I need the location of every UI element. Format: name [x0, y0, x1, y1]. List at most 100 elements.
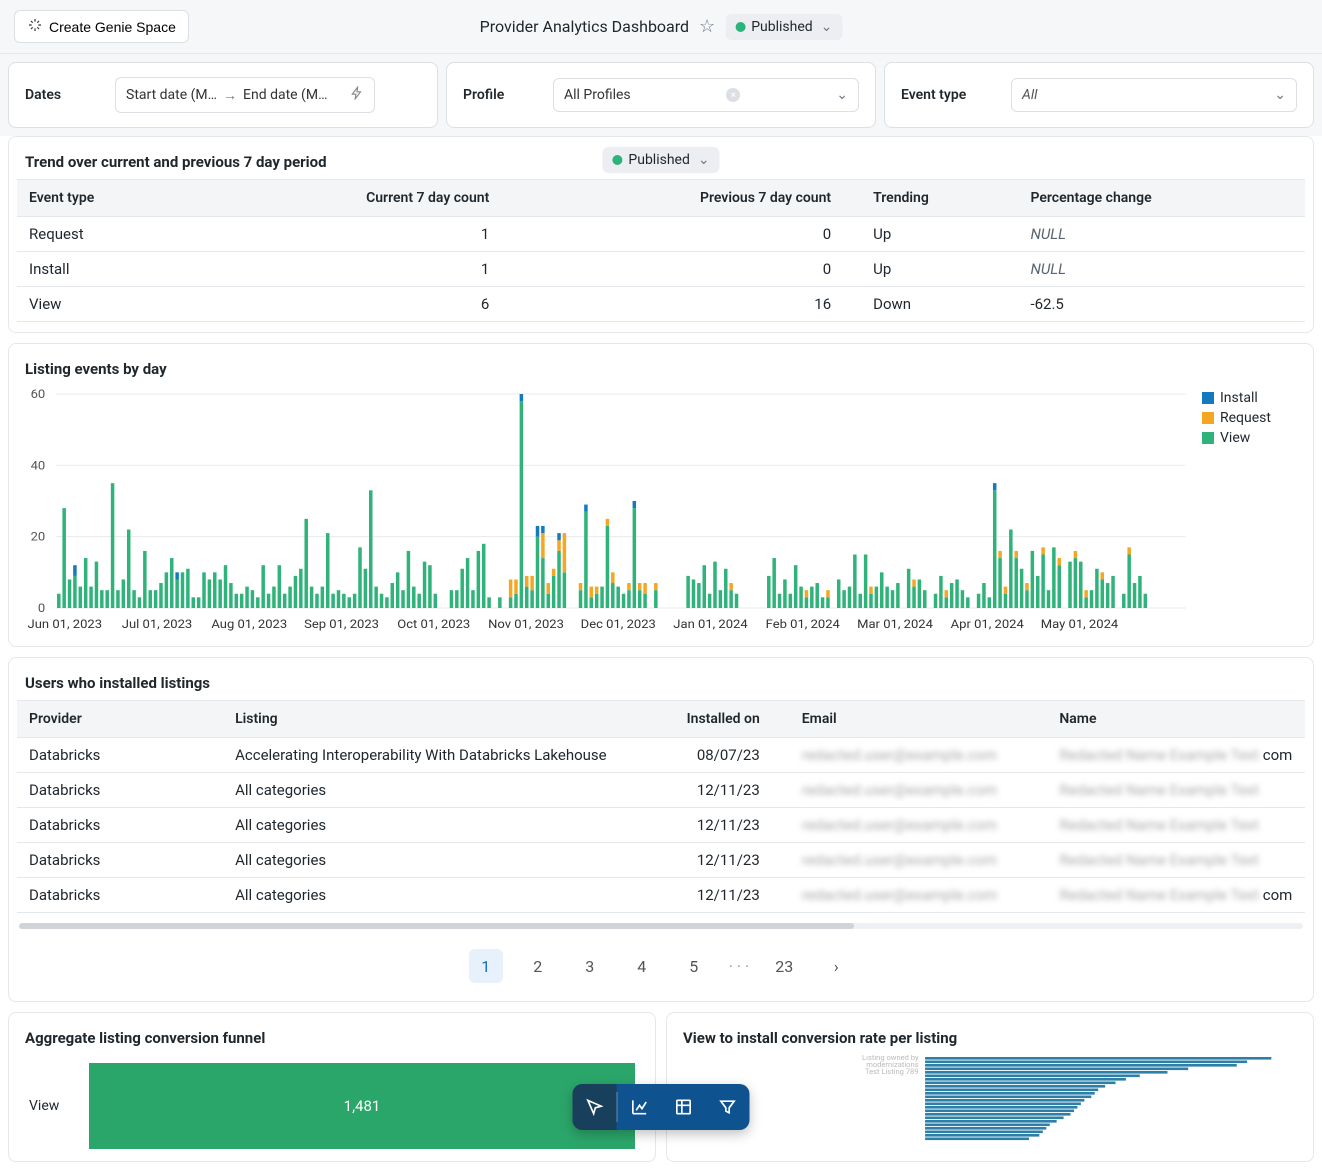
- trend-col-header[interactable]: Current 7 day count: [193, 180, 519, 217]
- arrow-right-icon: →: [223, 87, 237, 104]
- legend-install[interactable]: Install: [1202, 390, 1297, 406]
- svg-text:Dec 01, 2023: Dec 01, 2023: [581, 617, 656, 631]
- trend-cell: 1: [193, 252, 519, 287]
- trend-cell: View: [17, 287, 193, 322]
- install-row: DatabricksAll categories12/11/23redacted…: [17, 808, 1305, 843]
- svg-text:Mar 01, 2024: Mar 01, 2024: [857, 617, 933, 631]
- toolbar-cursor-button[interactable]: [573, 1084, 617, 1130]
- genie-button-label: Create Genie Space: [49, 19, 176, 35]
- install-col-header[interactable]: Name: [1047, 701, 1305, 738]
- profile-value: All Profiles: [564, 87, 631, 103]
- install-cell: Redacted Name Example Text: [1047, 843, 1305, 878]
- title-area: Provider Analytics Dashboard ☆ Published…: [480, 14, 843, 40]
- event-type-filter-card: Event type All ⌄: [884, 62, 1314, 128]
- event-type-select[interactable]: All ⌄: [1011, 78, 1297, 112]
- chevron-down-icon: ⌄: [1274, 87, 1286, 103]
- sparkle-icon: [27, 17, 43, 36]
- install-cell: 12/11/23: [661, 808, 790, 843]
- toolbar-chart-button[interactable]: [618, 1084, 662, 1130]
- funnel-chart[interactable]: View 1,481: [9, 1055, 655, 1149]
- dates-label: Dates: [25, 87, 95, 103]
- legend-request[interactable]: Request: [1202, 410, 1297, 426]
- install-cell: redacted.user@example.com: [790, 773, 1048, 808]
- install-cell: redacted.user@example.com: [790, 808, 1048, 843]
- trend-publish-chip[interactable]: Published ⌄: [602, 147, 719, 173]
- trend-cell: 6: [193, 287, 519, 322]
- svg-text:40: 40: [31, 459, 46, 473]
- install-users-title: Users who installed listings: [9, 662, 1313, 700]
- date-range-input[interactable]: Start date (M… → End date (M…: [115, 77, 375, 113]
- install-col-header[interactable]: Provider: [17, 701, 223, 738]
- chart-legend: Install Request View: [1202, 386, 1297, 636]
- trend-col-header[interactable]: Trending: [861, 180, 1018, 217]
- pager-page[interactable]: 1: [469, 949, 503, 983]
- install-col-header[interactable]: Listing: [223, 701, 661, 738]
- trend-cell: NULL: [1018, 217, 1305, 252]
- status-dot: [612, 155, 622, 165]
- trend-row: Install10UpNULL: [17, 252, 1305, 287]
- event-type-value: All: [1022, 87, 1037, 103]
- trend-cell: Request: [17, 217, 193, 252]
- svg-text:Feb 01, 2024: Feb 01, 2024: [766, 617, 840, 631]
- events-chart-title: Listing events by day: [9, 348, 1313, 386]
- trend-row: View616Down-62.5: [17, 287, 1305, 322]
- install-cell: redacted.user@example.com: [790, 738, 1048, 773]
- trend-cell: Up: [861, 252, 1018, 287]
- profile-select[interactable]: All Profiles × ⌄: [553, 78, 859, 112]
- trend-chip-label: Published: [628, 152, 689, 168]
- svg-text:Jul 01, 2023: Jul 01, 2023: [122, 617, 192, 631]
- create-genie-space-button[interactable]: Create Genie Space: [14, 10, 189, 43]
- install-cell: Databricks: [17, 773, 223, 808]
- events-chart[interactable]: 0204060Jun 01, 2023Jul 01, 2023Aug 01, 2…: [17, 386, 1190, 636]
- app-header: Create Genie Space Provider Analytics Da…: [0, 0, 1322, 54]
- trend-panel: Trend over current and previous 7 day pe…: [8, 136, 1314, 333]
- pager-page[interactable]: 23: [767, 949, 801, 983]
- legend-view[interactable]: View: [1202, 430, 1297, 446]
- pager-page[interactable]: 4: [625, 949, 659, 983]
- date-end: End date (M…: [243, 87, 327, 103]
- clear-icon[interactable]: ×: [726, 88, 740, 102]
- trend-cell: 1: [193, 217, 519, 252]
- trend-col-header[interactable]: Previous 7 day count: [519, 180, 861, 217]
- pager-next-icon[interactable]: ›: [819, 949, 853, 983]
- dates-filter-card: Dates Start date (M… → End date (M…: [8, 62, 438, 128]
- pager-page[interactable]: 5: [677, 949, 711, 983]
- install-cell: Databricks: [17, 738, 223, 773]
- install-cell: All categories: [223, 843, 661, 878]
- svg-text:Jun 01, 2023: Jun 01, 2023: [28, 617, 102, 631]
- toolbar-filter-button[interactable]: [706, 1084, 750, 1130]
- install-cell: 12/11/23: [661, 878, 790, 913]
- install-cell: redacted.user@example.com: [790, 878, 1048, 913]
- install-cell: Accelerating Interoperability With Datab…: [223, 738, 661, 773]
- install-col-header[interactable]: Email: [790, 701, 1048, 738]
- install-col-header[interactable]: Installed on: [661, 701, 790, 738]
- toolbar-table-button[interactable]: [662, 1084, 706, 1130]
- install-cell: All categories: [223, 808, 661, 843]
- install-cell: Databricks: [17, 878, 223, 913]
- page-title: Provider Analytics Dashboard: [480, 17, 689, 36]
- status-dot: [735, 22, 745, 32]
- trend-cell: Install: [17, 252, 193, 287]
- vtoi-chart[interactable]: Listing owned bymodernizationsTest Listi…: [667, 1055, 1313, 1147]
- svg-text:Apr 01, 2024: Apr 01, 2024: [951, 617, 1024, 631]
- pager-page[interactable]: 2: [521, 949, 555, 983]
- trend-col-header[interactable]: Percentage change: [1018, 180, 1305, 217]
- svg-text:May 01, 2024: May 01, 2024: [1041, 617, 1118, 631]
- pager-page[interactable]: 3: [573, 949, 607, 983]
- horizontal-scrollbar[interactable]: [19, 923, 1303, 929]
- install-users-panel: Users who installed listings ProviderLis…: [8, 657, 1314, 1002]
- funnel-bar-view: 1,481: [89, 1063, 635, 1149]
- svg-text:Oct 01, 2023: Oct 01, 2023: [397, 617, 470, 631]
- star-icon[interactable]: ☆: [699, 16, 715, 37]
- svg-text:60: 60: [31, 387, 46, 401]
- lightning-icon: [350, 86, 364, 104]
- trend-col-header[interactable]: Event type: [17, 180, 193, 217]
- floating-toolbar: [573, 1084, 750, 1130]
- trend-cell: 16: [519, 287, 861, 322]
- svg-text:20: 20: [31, 530, 46, 544]
- install-cell: Redacted Name Example Text com: [1047, 878, 1305, 913]
- trend-cell: 0: [519, 252, 861, 287]
- publish-state-chip[interactable]: Published ⌄: [725, 14, 842, 40]
- svg-text:Nov 01, 2023: Nov 01, 2023: [488, 617, 564, 631]
- install-cell: 12/11/23: [661, 773, 790, 808]
